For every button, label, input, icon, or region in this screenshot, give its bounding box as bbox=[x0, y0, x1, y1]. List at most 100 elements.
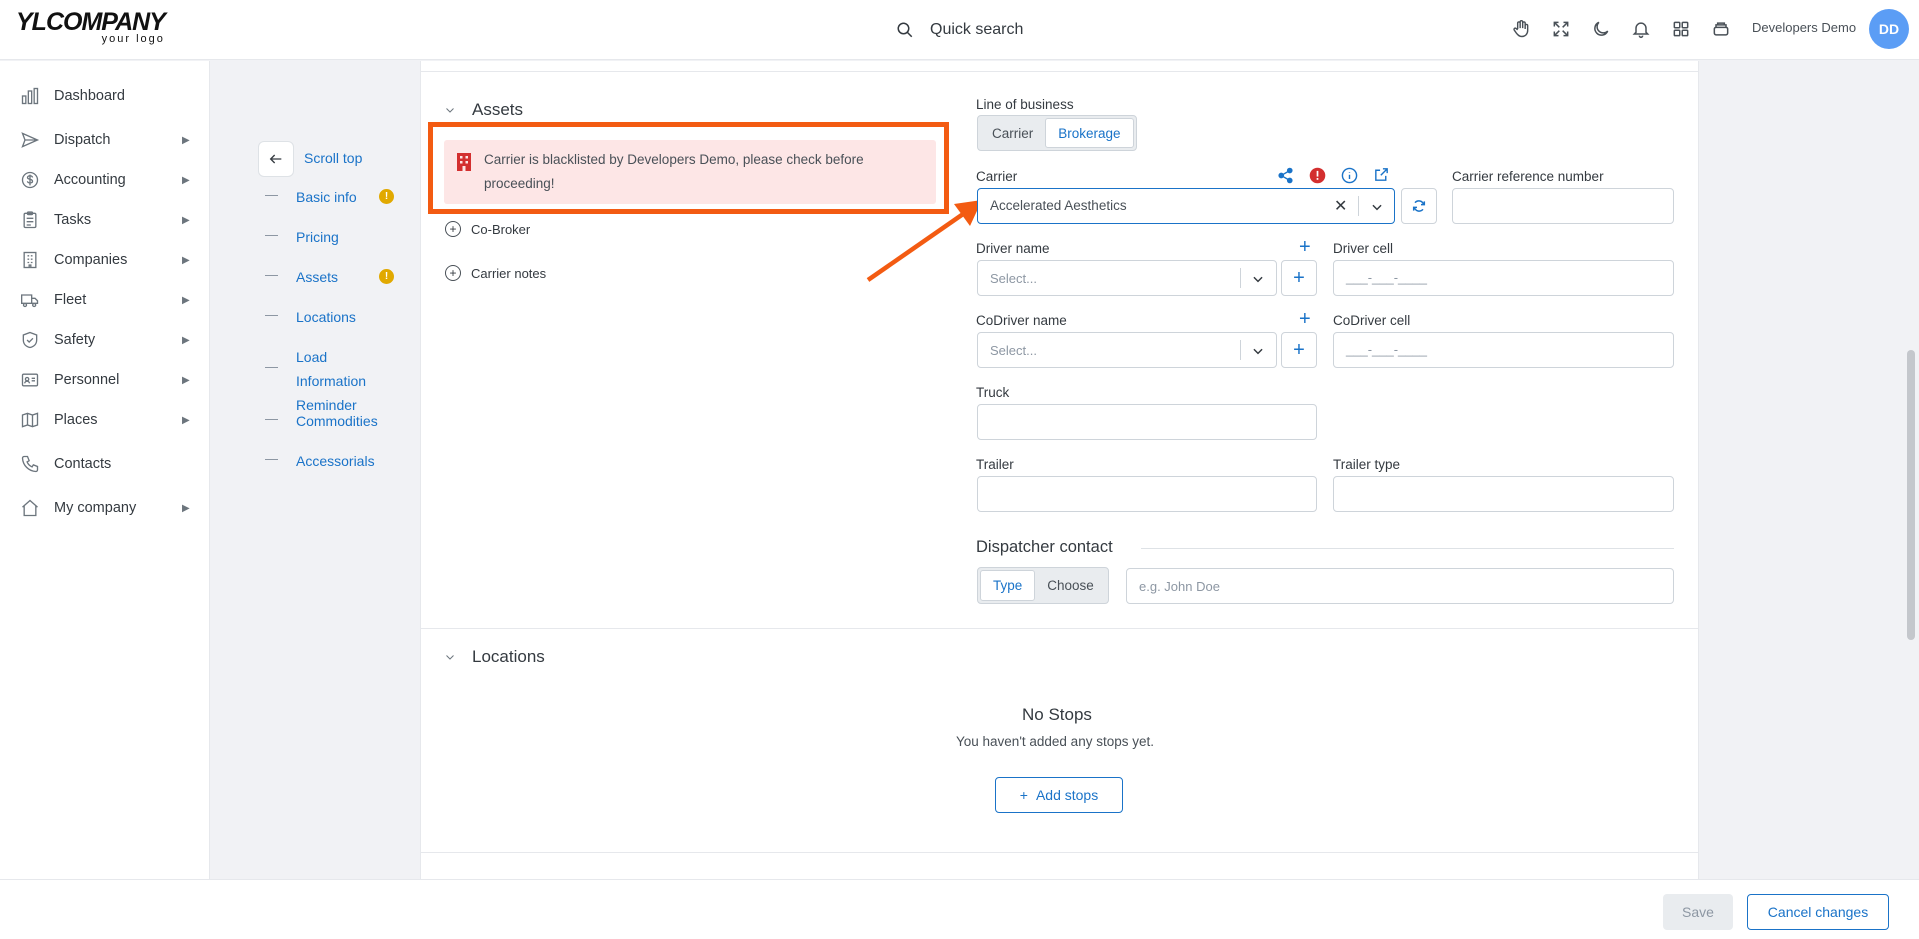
trailer-label: Trailer bbox=[976, 457, 1014, 472]
add-codriver-button[interactable]: + bbox=[1281, 332, 1317, 368]
carrier-reference-input[interactable] bbox=[1452, 188, 1674, 224]
driver-name-label: Driver name bbox=[976, 241, 1050, 256]
expand-arrow-icon: ▶ bbox=[182, 502, 190, 514]
arrow-left-icon bbox=[269, 154, 282, 164]
section-link-locations[interactable]: Locations bbox=[265, 305, 415, 329]
user-name[interactable]: Developers Demo bbox=[1752, 20, 1856, 35]
sidebar-item-dispatch[interactable]: Dispatch ▶ bbox=[0, 124, 210, 156]
main-sidebar: Dashboard Dispatch ▶ Accounting ▶ Tasks … bbox=[0, 61, 210, 879]
expand-arrow-icon: ▶ bbox=[182, 214, 190, 226]
carrier-notes-toggle[interactable]: + Carrier notes bbox=[445, 265, 546, 281]
search-icon bbox=[897, 22, 913, 38]
sidebar-item-fleet[interactable]: Fleet ▶ bbox=[0, 284, 210, 316]
carrier-label: Carrier bbox=[976, 169, 1018, 184]
apps-grid-icon[interactable] bbox=[1668, 16, 1694, 42]
sidebar-item-companies[interactable]: Companies ▶ bbox=[0, 244, 210, 276]
sidebar-item-safety[interactable]: Safety ▶ bbox=[0, 324, 210, 356]
carrier-select[interactable]: Accelerated Aesthetics ✕ bbox=[977, 188, 1395, 224]
warning-badge: ! bbox=[379, 189, 394, 204]
plus-circle-icon: + bbox=[445, 265, 461, 281]
shield-icon bbox=[19, 329, 41, 351]
lob-brokerage-option[interactable]: Brokerage bbox=[1045, 118, 1134, 148]
sidebar-item-tasks[interactable]: Tasks ▶ bbox=[0, 204, 210, 236]
chevron-down-icon bbox=[1253, 348, 1263, 355]
add-driver-button[interactable]: + bbox=[1281, 260, 1317, 296]
truck-label: Truck bbox=[976, 385, 1010, 400]
section-link-accessorials[interactable]: Accessorials bbox=[265, 449, 415, 473]
refresh-carrier-button[interactable] bbox=[1401, 188, 1437, 224]
quick-search-label: Quick search bbox=[930, 21, 1024, 38]
carrier-reference-label: Carrier reference number bbox=[1452, 169, 1604, 184]
info-icon[interactable] bbox=[1341, 167, 1358, 184]
codriver-name-select[interactable]: Select... bbox=[977, 332, 1277, 368]
hand-icon[interactable] bbox=[1508, 16, 1534, 42]
error-alert-icon[interactable] bbox=[1309, 167, 1326, 184]
scroll-top-link[interactable]: Scroll top bbox=[304, 150, 362, 166]
driver-cell-input[interactable]: ___-___-____ bbox=[1333, 260, 1674, 296]
chevron-down-icon bbox=[1253, 276, 1263, 283]
section-link-load-information-reminder[interactable]: Load Information Reminder bbox=[265, 345, 395, 417]
driver-name-select[interactable]: Select... bbox=[977, 260, 1277, 296]
avatar[interactable]: DD bbox=[1869, 9, 1909, 49]
chevron-down-icon bbox=[446, 108, 454, 113]
trailer-type-label: Trailer type bbox=[1333, 457, 1401, 472]
share-icon[interactable] bbox=[1277, 167, 1294, 184]
dispatcher-choose-option[interactable]: Choose bbox=[1035, 570, 1106, 601]
quick-search[interactable]: Quick search bbox=[896, 16, 1023, 44]
external-link-icon[interactable] bbox=[1373, 166, 1390, 183]
codriver-cell-input[interactable]: ___-___-____ bbox=[1333, 332, 1674, 368]
trailer-input[interactable] bbox=[977, 476, 1317, 512]
codriver-name-label: CoDriver name bbox=[976, 313, 1067, 328]
save-button[interactable]: Save bbox=[1663, 894, 1733, 930]
sidebar-item-accounting[interactable]: Accounting ▶ bbox=[0, 164, 210, 196]
dispatcher-type-option[interactable]: Type bbox=[980, 570, 1036, 601]
sidebar-item-contacts[interactable]: Contacts bbox=[0, 448, 210, 480]
codriver-cell-label: CoDriver cell bbox=[1333, 313, 1411, 328]
assets-section-header[interactable]: Assets bbox=[444, 100, 523, 120]
dispatcher-mode-toggle: Type Choose bbox=[977, 567, 1109, 604]
clear-icon[interactable]: ✕ bbox=[1334, 196, 1347, 216]
layers-icon[interactable] bbox=[1708, 16, 1734, 42]
co-broker-toggle[interactable]: + Co-Broker bbox=[445, 221, 530, 237]
expand-arrow-icon: ▶ bbox=[182, 174, 190, 186]
id-card-icon bbox=[19, 369, 41, 391]
dollar-icon bbox=[19, 169, 41, 191]
chevron-down-icon[interactable] bbox=[1370, 200, 1384, 214]
add-stops-button[interactable]: + Add stops bbox=[995, 777, 1123, 813]
sidebar-item-places[interactable]: Places ▶ bbox=[0, 404, 210, 436]
expand-arrow-icon: ▶ bbox=[182, 334, 190, 346]
dispatcher-contact-input[interactable]: e.g. John Doe bbox=[1126, 568, 1674, 604]
carrier-select-value: Accelerated Aesthetics bbox=[990, 198, 1127, 213]
truck-input[interactable] bbox=[977, 404, 1317, 440]
moon-icon[interactable] bbox=[1588, 16, 1614, 42]
driver-cell-label: Driver cell bbox=[1333, 241, 1394, 256]
expand-arrow-icon: ▶ bbox=[182, 374, 190, 386]
section-link-assets[interactable]: Assets ! bbox=[265, 265, 415, 289]
sidebar-item-dashboard[interactable]: Dashboard bbox=[0, 80, 210, 112]
scroll-top-button[interactable] bbox=[258, 141, 294, 177]
section-link-pricing[interactable]: Pricing bbox=[265, 225, 415, 249]
empty-state-title: No Stops bbox=[1022, 705, 1092, 724]
sidebar-item-personnel[interactable]: Personnel ▶ bbox=[0, 364, 210, 396]
expand-arrow-icon: ▶ bbox=[182, 254, 190, 266]
expand-arrow-icon: ▶ bbox=[182, 134, 190, 146]
cancel-changes-button[interactable]: Cancel changes bbox=[1747, 894, 1889, 930]
trailer-type-input[interactable] bbox=[1333, 476, 1674, 512]
clipboard-icon bbox=[19, 209, 41, 231]
scrollbar[interactable] bbox=[1907, 350, 1915, 640]
lob-carrier-option[interactable]: Carrier bbox=[980, 118, 1045, 148]
section-link-commodities[interactable]: Commodities bbox=[265, 409, 415, 433]
expand-arrow-icon: ▶ bbox=[182, 414, 190, 426]
dispatcher-contact-label: Dispatcher contact bbox=[976, 538, 1113, 556]
locations-section-header[interactable]: Locations bbox=[444, 647, 545, 667]
line-of-business-toggle: Carrier Brokerage bbox=[977, 115, 1137, 151]
chart-bar-icon bbox=[19, 85, 41, 107]
section-link-basic-info[interactable]: Basic info ! bbox=[265, 185, 415, 209]
company-logo[interactable]: YLCOMPANY your logo bbox=[16, 10, 166, 45]
add-driver-icon[interactable]: + bbox=[1299, 237, 1311, 257]
bell-icon[interactable] bbox=[1628, 16, 1654, 42]
add-codriver-icon[interactable]: + bbox=[1299, 309, 1311, 329]
fullscreen-icon[interactable] bbox=[1548, 16, 1574, 42]
warning-badge: ! bbox=[379, 269, 394, 284]
sidebar-item-my-company[interactable]: My company ▶ bbox=[0, 492, 210, 524]
